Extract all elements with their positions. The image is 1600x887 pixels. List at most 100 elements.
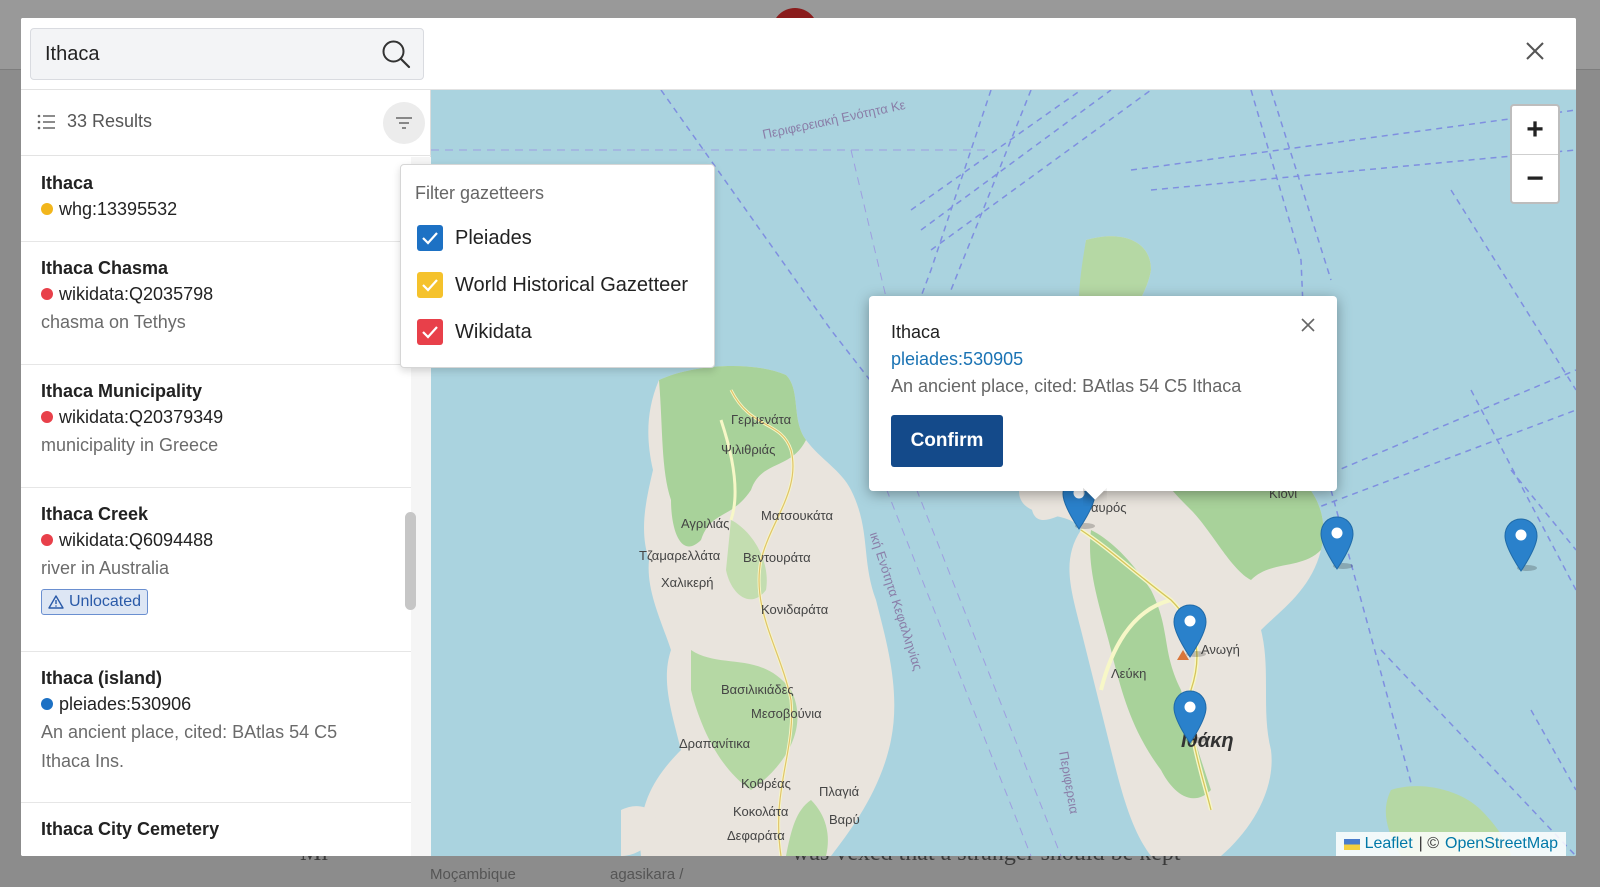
map-label: Βασιλικιάδες: [721, 682, 794, 697]
filter-icon: [396, 117, 412, 129]
result-list: Ithaca whg:13395532 Ithaca Chasma wikida…: [21, 157, 411, 856]
list-icon: [37, 114, 55, 130]
background-map-label: agasikara /: [610, 866, 684, 883]
results-header: 33 Results: [21, 90, 431, 156]
filter-option-label: World Historical Gazetteer: [455, 273, 689, 296]
confirm-button[interactable]: Confirm: [891, 415, 1003, 467]
map-attribution: Leaflet | © OpenStreetMap: [1335, 832, 1566, 856]
results-count: 33 Results: [67, 111, 153, 131]
result-title: Ithaca City Cemetery: [41, 819, 220, 839]
result-id-text: wikidata:Q6094488: [59, 530, 214, 550]
filter-button[interactable]: [383, 102, 425, 144]
map-marker[interactable]: [1172, 604, 1208, 658]
results-sidebar: 33 Results Ithaca whg:13395532 Ithaca Ch…: [21, 90, 431, 856]
ukraine-flag-icon: [1343, 838, 1360, 850]
search-box: [30, 28, 424, 80]
result-id: whg:13395532: [41, 195, 391, 223]
result-id: wikidata:Q6094488: [41, 526, 391, 554]
popup-title: Ithaca: [891, 322, 941, 342]
map-label: Βεντουράτα: [743, 550, 811, 565]
popup-tip: [1083, 488, 1107, 506]
map-label: Μεσοβούνια: [751, 706, 822, 721]
unlocated-badge: Unlocated: [41, 589, 149, 615]
check-icon: [422, 232, 438, 245]
map-marker[interactable]: [1172, 690, 1208, 744]
place-popup: Ithaca pleiades:530905 An ancient place,…: [869, 296, 1337, 491]
map-label: Κονιδαράτα: [761, 602, 829, 617]
filter-title: Filter gazetteers: [415, 183, 545, 203]
whg-dot-icon: [41, 203, 53, 215]
result-id-text: wikidata:Q20379349: [59, 407, 224, 427]
map-label: Κοθρέας: [741, 776, 791, 791]
pleiades-dot-icon: [41, 698, 53, 710]
search-input[interactable]: [45, 29, 365, 79]
result-id-text: pleiades:530906: [59, 694, 192, 714]
result-description: municipality in Greece: [41, 435, 219, 455]
checkbox-wikidata[interactable]: [417, 319, 443, 345]
search-icon[interactable]: [381, 39, 411, 69]
list-item[interactable]: Ithaca City Cemetery: [21, 803, 411, 856]
wikidata-dot-icon: [41, 534, 53, 546]
zoom-in-button[interactable]: +: [1512, 106, 1558, 154]
result-title: Ithaca Chasma: [41, 258, 169, 278]
result-title: Ithaca: [41, 173, 94, 193]
list-item[interactable]: Ithaca whg:13395532: [21, 157, 411, 242]
result-description: An ancient place, cited: BAtlas 54 C5 It…: [41, 722, 338, 771]
leaflet-link[interactable]: Leaflet: [1365, 835, 1413, 853]
popup-close-icon[interactable]: [1301, 318, 1315, 332]
list-item[interactable]: Ithaca Municipality wikidata:Q20379349 m…: [21, 365, 411, 488]
map-marker[interactable]: [1503, 518, 1539, 572]
list-item[interactable]: Ithaca Creek wikidata:Q6094488 river in …: [21, 488, 411, 652]
result-id: wikidata:Q20379349: [41, 403, 391, 431]
map-label: Κοκολάτα: [733, 804, 789, 819]
modal-header: [21, 18, 1576, 90]
openstreetmap-link[interactable]: OpenStreetMap: [1445, 835, 1558, 853]
check-icon: [422, 326, 438, 339]
warning-icon: [48, 595, 64, 609]
checkbox-whg[interactable]: [417, 272, 443, 298]
result-id: pleiades:530906: [41, 690, 391, 718]
map-label: Αγριλιάς: [681, 516, 730, 531]
filter-option-whg[interactable]: World Historical Gazetteer: [417, 272, 688, 298]
badge-label: Unlocated: [69, 593, 142, 610]
map-label: Τζαμαρελλάτα: [639, 548, 721, 563]
background-map-label: Moçambique: [430, 866, 516, 883]
filter-option-label: Pleiades: [455, 226, 532, 249]
scrollbar-thumb[interactable]: [405, 512, 416, 610]
filter-option-label: Wikidata: [455, 320, 532, 343]
zoom-out-button[interactable]: −: [1512, 154, 1558, 202]
place-search-modal: 33 Results Ithaca whg:13395532 Ithaca Ch…: [21, 18, 1576, 856]
map-label: Χαλικερή: [661, 575, 714, 590]
filter-dropdown: Filter gazetteers Pleiades World Histori…: [400, 164, 715, 368]
result-title: Ithaca Municipality: [41, 381, 203, 401]
result-id-text: wikidata:Q2035798: [59, 284, 214, 304]
wikidata-dot-icon: [41, 411, 53, 423]
map-label: Βαρύ: [829, 812, 860, 827]
list-item[interactable]: Ithaca Chasma wikidata:Q2035798 chasma o…: [21, 242, 411, 365]
filter-option-wikidata[interactable]: Wikidata: [417, 319, 532, 345]
close-icon[interactable]: [1524, 40, 1546, 62]
popup-place-link[interactable]: pleiades:530905: [891, 349, 1023, 370]
result-title: Ithaca Creek: [41, 504, 149, 524]
map-label: Λεύκη: [1111, 666, 1147, 681]
map-label: Ματσουκάτα: [761, 508, 833, 523]
map-label: Γερμενάτα: [731, 412, 792, 427]
result-title: Ithaca (island): [41, 668, 163, 688]
wikidata-dot-icon: [41, 288, 53, 300]
map-label: Δραπανίτικα: [679, 736, 751, 751]
checkbox-pleiades[interactable]: [417, 225, 443, 251]
zoom-control: + −: [1510, 104, 1560, 204]
check-icon: [422, 279, 438, 292]
list-item[interactable]: Ithaca (island) pleiades:530906 An ancie…: [21, 652, 411, 803]
popup-description: An ancient place, cited: BAtlas 54 C5 It…: [891, 376, 1242, 396]
map-label: Δεφαράτα: [727, 828, 785, 843]
result-id-text: whg:13395532: [59, 199, 178, 219]
result-id: wikidata:Q2035798: [41, 280, 391, 308]
filter-option-pleiades[interactable]: Pleiades: [417, 225, 532, 251]
result-description: river in Australia: [41, 558, 170, 578]
attribution-separator: | ©: [1418, 835, 1440, 852]
map-marker[interactable]: [1319, 516, 1355, 570]
result-description: chasma on Tethys: [41, 312, 186, 332]
map-label: Ψιλιθριάς: [721, 442, 776, 457]
map-label: Πλαγιά: [819, 784, 860, 799]
